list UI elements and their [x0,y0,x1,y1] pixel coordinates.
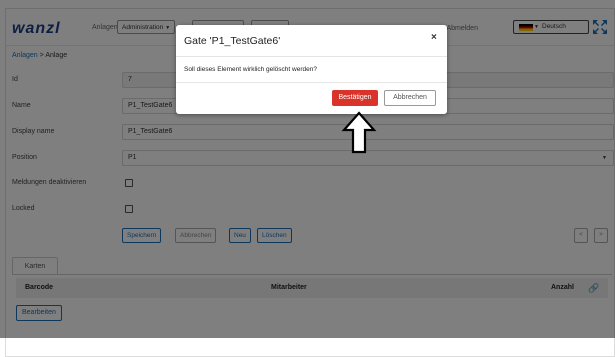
close-icon[interactable]: × [431,32,437,43]
confirm-delete-dialog: Gate 'P1_TestGate6' × Soll dieses Elemen… [176,25,447,114]
dialog-divider [176,56,447,57]
arrow-up-icon [341,111,377,154]
dialog-message: Soll dieses Element wirklich gelöscht we… [184,66,317,73]
dialog-divider [176,82,447,83]
dialog-title: Gate 'P1_TestGate6' [184,35,281,47]
dialog-cancel-button[interactable]: Abbrechen [384,90,436,106]
confirm-button[interactable]: Bestätigen [332,90,378,106]
